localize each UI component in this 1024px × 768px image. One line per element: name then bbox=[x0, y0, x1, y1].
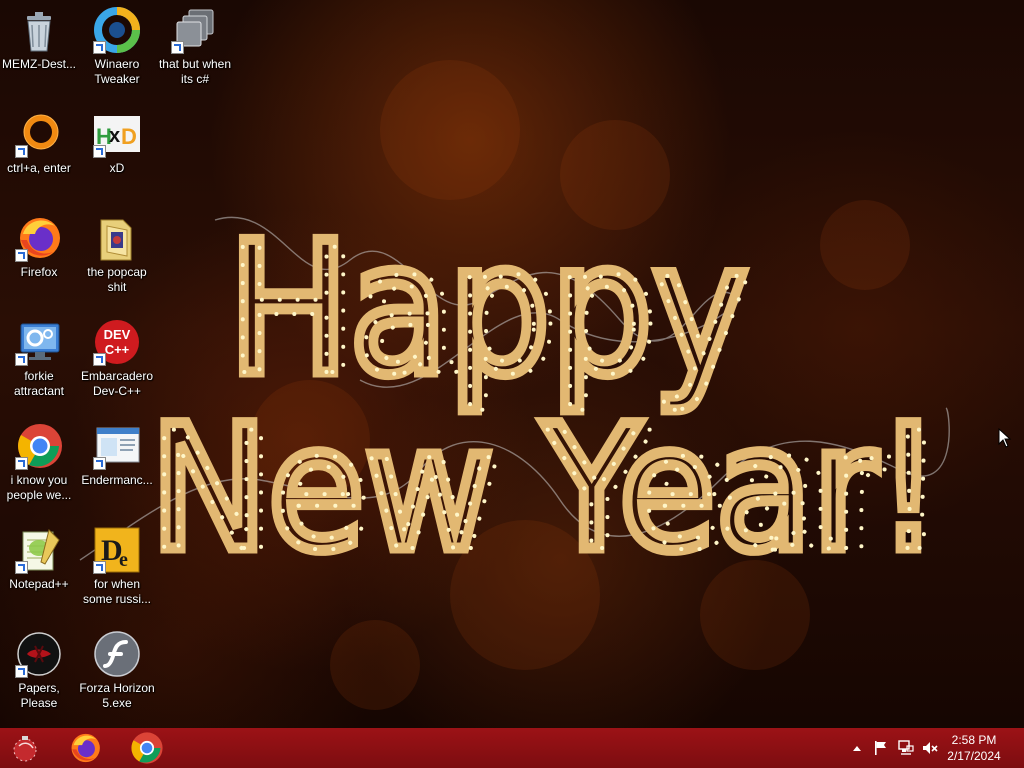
desktop-icon-label: Embarcadero Dev-C++ bbox=[80, 369, 154, 398]
papers-please-icon bbox=[15, 630, 63, 678]
shortcut-arrow-icon bbox=[93, 41, 106, 54]
desktop-icon-label: Firefox bbox=[20, 265, 58, 279]
desktop[interactable]: Happy Happy New Year! New Year! MEMZ-Des… bbox=[0, 0, 1024, 728]
bokeh-light bbox=[380, 60, 520, 200]
dependency-walker-icon: D e bbox=[93, 526, 141, 574]
show-hidden-icons-button[interactable] bbox=[848, 728, 866, 768]
notepad-plus-plus-icon bbox=[15, 526, 63, 574]
desktop-icon-label: MEMZ-Dest... bbox=[2, 57, 76, 71]
desktop-icon-winaero-tweaker[interactable]: Winaero Tweaker bbox=[78, 6, 156, 87]
dev-cpp-icon: DEV C++ bbox=[93, 318, 141, 366]
svg-text:DEV: DEV bbox=[104, 327, 131, 342]
desktop-icon-chrome-profile[interactable]: i know you people we... bbox=[0, 422, 78, 503]
desktop-icon-notepad-plus-plus[interactable]: Notepad++ bbox=[0, 526, 78, 592]
desktop-icon-label: i know you people we... bbox=[6, 473, 72, 502]
desktop-icon-label: ctrl+a, enter bbox=[7, 161, 71, 175]
desktop-icon-papers-please[interactable]: Papers, Please bbox=[0, 630, 78, 711]
light-string-wire bbox=[214, 216, 741, 388]
taskbar-chrome-button[interactable] bbox=[124, 730, 170, 766]
desktop-icon-label: that but when its c# bbox=[158, 57, 232, 86]
mouse-cursor-icon bbox=[998, 428, 1012, 448]
desktop-icon-label: Endermanc... bbox=[81, 473, 153, 487]
network-icon bbox=[898, 740, 914, 755]
firefox-icon bbox=[15, 214, 63, 262]
desktop-icon-endermanch[interactable]: Endermanc... bbox=[78, 422, 156, 488]
desktop-icon-dev-cpp[interactable]: DEV C++ Embarcadero Dev-C++ bbox=[78, 318, 156, 399]
taskbar-firefox-button[interactable] bbox=[62, 730, 108, 766]
desktop-icon-label: Forza Horizon 5.exe bbox=[79, 681, 155, 710]
desktop-icon-popcap-folder[interactable]: the popcap shit bbox=[78, 214, 156, 295]
settings-monitor-icon bbox=[15, 318, 63, 366]
desktop-icon-xd[interactable]: H x D xD bbox=[78, 110, 156, 176]
desktop-icon-firefox[interactable]: Firefox bbox=[0, 214, 78, 280]
orange-ring-icon bbox=[15, 110, 63, 158]
desktop-icon-forza-horizon[interactable]: Forza Horizon 5.exe bbox=[78, 630, 156, 711]
flash-player-icon bbox=[93, 630, 141, 678]
chevron-up-icon bbox=[853, 746, 861, 751]
shortcut-arrow-icon bbox=[15, 457, 28, 470]
desktop-icon-memz[interactable]: MEMZ-Dest... bbox=[0, 6, 78, 72]
shortcut-arrow-icon bbox=[93, 145, 106, 158]
desktop-icon-label: xD bbox=[109, 161, 125, 175]
shortcut-arrow-icon bbox=[15, 145, 28, 158]
start-button[interactable] bbox=[2, 730, 48, 766]
firefox-icon bbox=[71, 733, 100, 763]
bokeh-light bbox=[450, 520, 600, 670]
bokeh-light bbox=[820, 200, 910, 290]
hxd-editor-icon: H x D bbox=[93, 110, 141, 158]
bokeh-light bbox=[700, 560, 810, 670]
svg-text:e: e bbox=[119, 549, 128, 571]
start-ornament-icon bbox=[13, 736, 37, 762]
flag-icon bbox=[875, 741, 886, 755]
bokeh-light bbox=[560, 120, 670, 230]
shortcut-arrow-icon bbox=[15, 665, 28, 678]
shortcut-arrow-icon bbox=[171, 41, 184, 54]
folder-icon bbox=[93, 214, 141, 262]
desktop-icon-label: forkie attractant bbox=[13, 369, 65, 398]
clock-date: 2/17/2024 bbox=[947, 749, 1001, 763]
volume-button[interactable] bbox=[918, 728, 942, 768]
desktop-icon-label: the popcap shit bbox=[87, 265, 147, 294]
bokeh-light bbox=[330, 620, 420, 710]
bokeh-light bbox=[250, 380, 370, 500]
desktop-icon-label: Papers, Please bbox=[18, 681, 60, 710]
shortcut-arrow-icon bbox=[93, 457, 106, 470]
svg-text:D: D bbox=[121, 124, 137, 149]
desktop-icon-dependency-walker[interactable]: D e for when some russi... bbox=[78, 526, 156, 607]
chrome-icon bbox=[131, 732, 163, 764]
svg-text:C++: C++ bbox=[105, 342, 130, 357]
shortcut-arrow-icon bbox=[93, 561, 106, 574]
action-center-flag-button[interactable] bbox=[870, 728, 892, 768]
shortcut-arrow-icon bbox=[15, 561, 28, 574]
volume-muted-icon bbox=[923, 742, 938, 754]
taskbar-clock[interactable]: 2:58 PM 2/17/2024 bbox=[942, 732, 1006, 764]
desktop-icon-label: for when some russi... bbox=[82, 577, 151, 606]
shortcut-arrow-icon bbox=[93, 353, 106, 366]
window-app-icon bbox=[93, 422, 141, 470]
desktop-icon-forkie-attractant[interactable]: forkie attractant bbox=[0, 318, 78, 399]
taskbar: 2:58 PM 2/17/2024 bbox=[0, 728, 1024, 768]
network-button[interactable] bbox=[894, 728, 918, 768]
stacked-windows-icon bbox=[171, 6, 219, 54]
recycle-bin-icon bbox=[15, 6, 63, 54]
desktop-icon-label: Notepad++ bbox=[9, 577, 69, 591]
clock-time: 2:58 PM bbox=[951, 733, 997, 747]
shortcut-arrow-icon bbox=[15, 353, 28, 366]
desktop-icon-that-but-c-sharp[interactable]: that but when its c# bbox=[156, 6, 234, 87]
desktop-icon-ctrl-a-enter[interactable]: ctrl+a, enter bbox=[0, 110, 78, 176]
desktop-icon-label: Winaero Tweaker bbox=[94, 57, 140, 86]
shortcut-arrow-icon bbox=[15, 249, 28, 262]
winaero-tweaker-icon bbox=[93, 6, 141, 54]
chrome-icon bbox=[15, 422, 63, 470]
svg-text:x: x bbox=[109, 125, 120, 147]
